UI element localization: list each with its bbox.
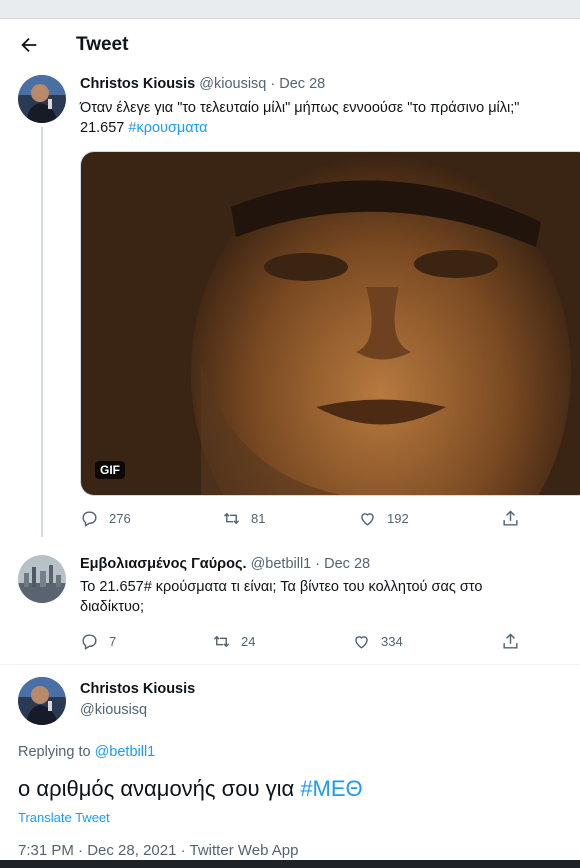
thread-connector xyxy=(41,127,43,537)
divider xyxy=(0,664,580,665)
main-text-body: ο αριθμός αναμονής σου για xyxy=(18,776,301,801)
replying-prefix: Replying to xyxy=(18,744,95,760)
reply-icon xyxy=(82,634,97,650)
author-name[interactable]: Christos Kiousis xyxy=(80,76,195,92)
like-count: 334 xyxy=(381,634,403,649)
separator: · xyxy=(266,76,280,92)
reply-icon xyxy=(82,511,97,527)
tweet-date[interactable]: Dec 28, 2021 xyxy=(87,842,176,859)
like-icon xyxy=(361,513,374,526)
tweet-header: Tweet xyxy=(0,18,580,72)
tweet-author-line: Christos Kiousis @kiousisq · Dec 28 xyxy=(80,76,325,92)
page-title: Tweet xyxy=(76,34,129,55)
avatar[interactable] xyxy=(18,75,66,123)
gif-image xyxy=(81,152,580,495)
like-icon xyxy=(355,636,368,649)
like-button[interactable]: 192 xyxy=(358,509,409,528)
tweet-time[interactable]: 7:31 PM xyxy=(18,842,74,859)
avatar[interactable] xyxy=(18,677,66,725)
retweet-icon xyxy=(213,635,230,648)
tweet-source[interactable]: Twitter Web App xyxy=(190,842,299,859)
retweet-icon xyxy=(223,512,240,525)
main-author-name-line: Christos Kiousis xyxy=(80,681,195,697)
replying-to-link[interactable]: @betbill1 xyxy=(95,744,156,760)
tweet-meta: 7:31 PM · Dec 28, 2021 · Twitter Web App xyxy=(18,842,298,859)
retweet-count: 81 xyxy=(251,511,266,526)
retweet-count: 24 xyxy=(241,634,256,649)
tweet-date[interactable]: Dec 28 xyxy=(279,76,325,92)
back-arrow-icon[interactable] xyxy=(18,34,40,56)
avatar[interactable] xyxy=(18,555,66,603)
translate-tweet-link[interactable]: Translate Tweet xyxy=(18,810,110,825)
separator: · xyxy=(73,842,88,859)
like-count: 192 xyxy=(387,511,409,526)
reply-count: 276 xyxy=(109,511,131,526)
replying-to-line: Replying to @betbill1 xyxy=(18,744,155,760)
tweet-text-line: Όταν έλεγε για "το τελευταίο μίλι" μήπως… xyxy=(80,100,520,116)
share-icon xyxy=(503,510,518,526)
tweet-author-line: Εμβολιασμένος Γαύρος. @betbill1 · Dec 28 xyxy=(80,556,370,572)
tweet-date[interactable]: Dec 28 xyxy=(324,556,370,572)
author-handle[interactable]: @kiousisq xyxy=(199,76,266,92)
retweet-button[interactable]: 24 xyxy=(212,632,255,651)
separator: · xyxy=(176,842,190,859)
share-button[interactable] xyxy=(501,632,520,651)
browser-top-strip xyxy=(0,0,580,19)
hashtag-link[interactable]: #κρουσματα xyxy=(128,120,207,136)
retweet-button[interactable]: 81 xyxy=(222,509,265,528)
reply-button[interactable]: 7 xyxy=(80,632,116,651)
separator: · xyxy=(311,556,325,572)
tweet-text: Όταν έλεγε για "το τελευταίο μίλι" μήπως… xyxy=(80,98,580,138)
tweet-number: 21.657 xyxy=(80,120,125,136)
author-handle[interactable]: @kiousisq xyxy=(80,702,147,718)
author-handle[interactable]: @betbill1 xyxy=(251,556,312,572)
reply-button[interactable]: 276 xyxy=(80,509,131,528)
bottom-strip xyxy=(0,860,580,868)
tweet-text: Το 21.657# κρούσματα τι είναι; Τα βίντεο… xyxy=(80,579,483,615)
gif-badge: GIF xyxy=(95,461,125,479)
tweet-gif-media[interactable]: GIF xyxy=(80,151,580,496)
author-name[interactable]: Christos Kiousis xyxy=(80,681,195,697)
share-button[interactable] xyxy=(501,509,520,528)
main-tweet-text: ο αριθμός αναμονής σου για #ΜΕΘ xyxy=(18,776,363,802)
share-icon xyxy=(503,633,518,649)
reply-count: 7 xyxy=(109,634,117,649)
author-name[interactable]: Εμβολιασμένος Γαύρος. xyxy=(80,556,247,572)
like-button[interactable]: 334 xyxy=(352,632,403,651)
hashtag-link[interactable]: #ΜΕΘ xyxy=(300,776,362,801)
